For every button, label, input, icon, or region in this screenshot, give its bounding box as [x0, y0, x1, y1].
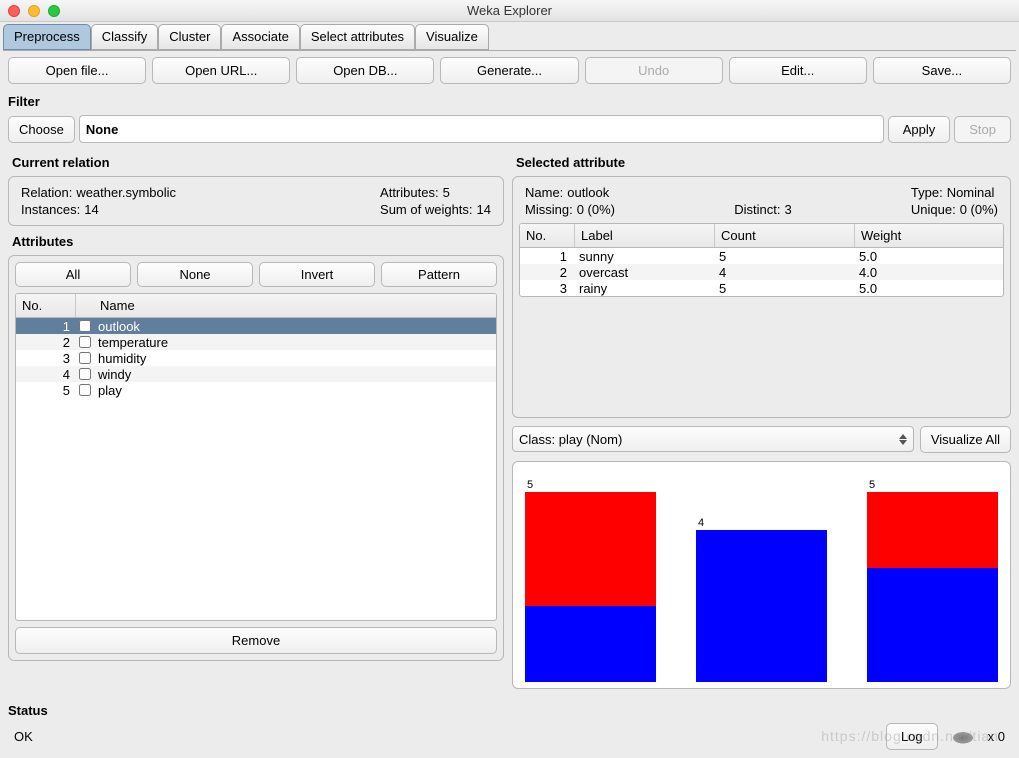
attributes-label: Attributes: [380, 185, 439, 200]
stop-button: Stop [954, 116, 1011, 143]
chevron-updown-icon [899, 434, 907, 445]
watermark: https://blog.csdn.net/tian [821, 728, 999, 744]
open-db-button[interactable]: Open DB... [296, 57, 434, 84]
action-bar: Open file... Open URL... Open DB... Gene… [0, 51, 1019, 90]
remove-button[interactable]: Remove [15, 627, 497, 654]
sumw-label: Sum of weights: [380, 202, 473, 217]
distinct-value: 3 [784, 202, 791, 217]
save-button[interactable]: Save... [873, 57, 1011, 84]
main-tabs: Preprocess Classify Cluster Associate Se… [0, 22, 1019, 50]
window-controls [8, 5, 60, 17]
table-row: 2overcast44.0 [520, 264, 1003, 280]
filter-heading: Filter [0, 90, 1019, 111]
chart-panel: 545 [512, 461, 1011, 689]
missing-value: 0 (0%) [577, 202, 615, 217]
generate-button[interactable]: Generate... [440, 57, 578, 84]
all-button[interactable]: All [15, 262, 131, 287]
chart-bar: 4 [696, 517, 827, 682]
current-relation-panel: Relation: weather.symbolic Instances: 14… [8, 176, 504, 226]
unique-value: 0 (0%) [960, 202, 998, 217]
filter-row: Choose Apply Stop [0, 111, 1019, 151]
attributes-heading: Attributes [4, 230, 508, 251]
tab-associate[interactable]: Associate [221, 24, 299, 50]
titlebar: Weka Explorer [0, 0, 1019, 22]
class-select-value: Class: play (Nom) [519, 432, 622, 447]
tab-visualize[interactable]: Visualize [415, 24, 489, 50]
distinct-label: Distinct: [734, 202, 780, 217]
maximize-icon[interactable] [48, 5, 60, 17]
sumw-value: 14 [477, 202, 491, 217]
current-relation-heading: Current relation [4, 151, 508, 172]
invert-button[interactable]: Invert [259, 262, 375, 287]
missing-label: Missing: [525, 202, 573, 217]
close-icon[interactable] [8, 5, 20, 17]
none-button[interactable]: None [137, 262, 253, 287]
vcol-label-header: Label [575, 224, 715, 247]
row-checkbox[interactable] [79, 336, 91, 348]
row-checkbox[interactable] [79, 384, 91, 396]
attributes-value: 5 [443, 185, 450, 200]
row-checkbox[interactable] [79, 352, 91, 364]
values-table: No. Label Count Weight 1sunny55.02overca… [519, 223, 1004, 297]
vcol-count-header: Count [715, 224, 855, 247]
edit-button[interactable]: Edit... [729, 57, 867, 84]
class-select[interactable]: Class: play (Nom) [512, 426, 914, 452]
filter-input[interactable] [79, 115, 884, 143]
type-label: Type: [911, 185, 943, 200]
undo-button: Undo [585, 57, 723, 84]
class-row: Class: play (Nom) Visualize All [512, 426, 1011, 453]
name-label: Name: [525, 185, 563, 200]
type-value: Nominal [947, 185, 995, 200]
relation-label: Relation: [21, 185, 72, 200]
tab-cluster[interactable]: Cluster [158, 24, 221, 50]
row-checkbox[interactable] [79, 320, 91, 332]
table-row: 1sunny55.0 [520, 248, 1003, 264]
vcol-no-header: No. [520, 224, 575, 247]
attributes-table[interactable]: No. Name 1outlook2temperature3humidity4w… [15, 293, 497, 621]
tab-classify[interactable]: Classify [91, 24, 159, 50]
table-row[interactable]: 3humidity [16, 350, 496, 366]
chart-bar: 5 [867, 479, 998, 682]
row-checkbox[interactable] [79, 368, 91, 380]
table-row: 3rainy55.0 [520, 280, 1003, 296]
table-row[interactable]: 1outlook [16, 318, 496, 334]
visualize-all-button[interactable]: Visualize All [920, 426, 1011, 453]
table-row[interactable]: 4windy [16, 366, 496, 382]
tab-select-attributes[interactable]: Select attributes [300, 24, 415, 50]
minimize-icon[interactable] [28, 5, 40, 17]
open-url-button[interactable]: Open URL... [152, 57, 290, 84]
selected-attribute-panel: Name: outlook Missing: 0 (0%) Distinct: … [512, 176, 1011, 418]
open-file-button[interactable]: Open file... [8, 57, 146, 84]
name-value: outlook [567, 185, 609, 200]
tab-preprocess[interactable]: Preprocess [3, 24, 91, 50]
table-row[interactable]: 5play [16, 382, 496, 398]
col-no-header: No. [16, 294, 76, 317]
vcol-weight-header: Weight [855, 224, 1003, 247]
chart-bar: 5 [525, 479, 656, 682]
col-check-header [76, 294, 94, 317]
window-title: Weka Explorer [467, 3, 552, 18]
attributes-panel: All None Invert Pattern No. Name 1outloo… [8, 255, 504, 661]
status-text: OK [14, 729, 33, 744]
selected-attribute-heading: Selected attribute [508, 151, 1015, 172]
table-row[interactable]: 2temperature [16, 334, 496, 350]
col-name-header: Name [94, 294, 496, 317]
choose-button[interactable]: Choose [8, 116, 75, 143]
apply-button[interactable]: Apply [888, 116, 951, 143]
relation-value: weather.symbolic [76, 185, 176, 200]
instances-label: Instances: [21, 202, 80, 217]
instances-value: 14 [84, 202, 98, 217]
pattern-button[interactable]: Pattern [381, 262, 497, 287]
status-heading: Status [8, 703, 1011, 718]
unique-label: Unique: [911, 202, 956, 217]
